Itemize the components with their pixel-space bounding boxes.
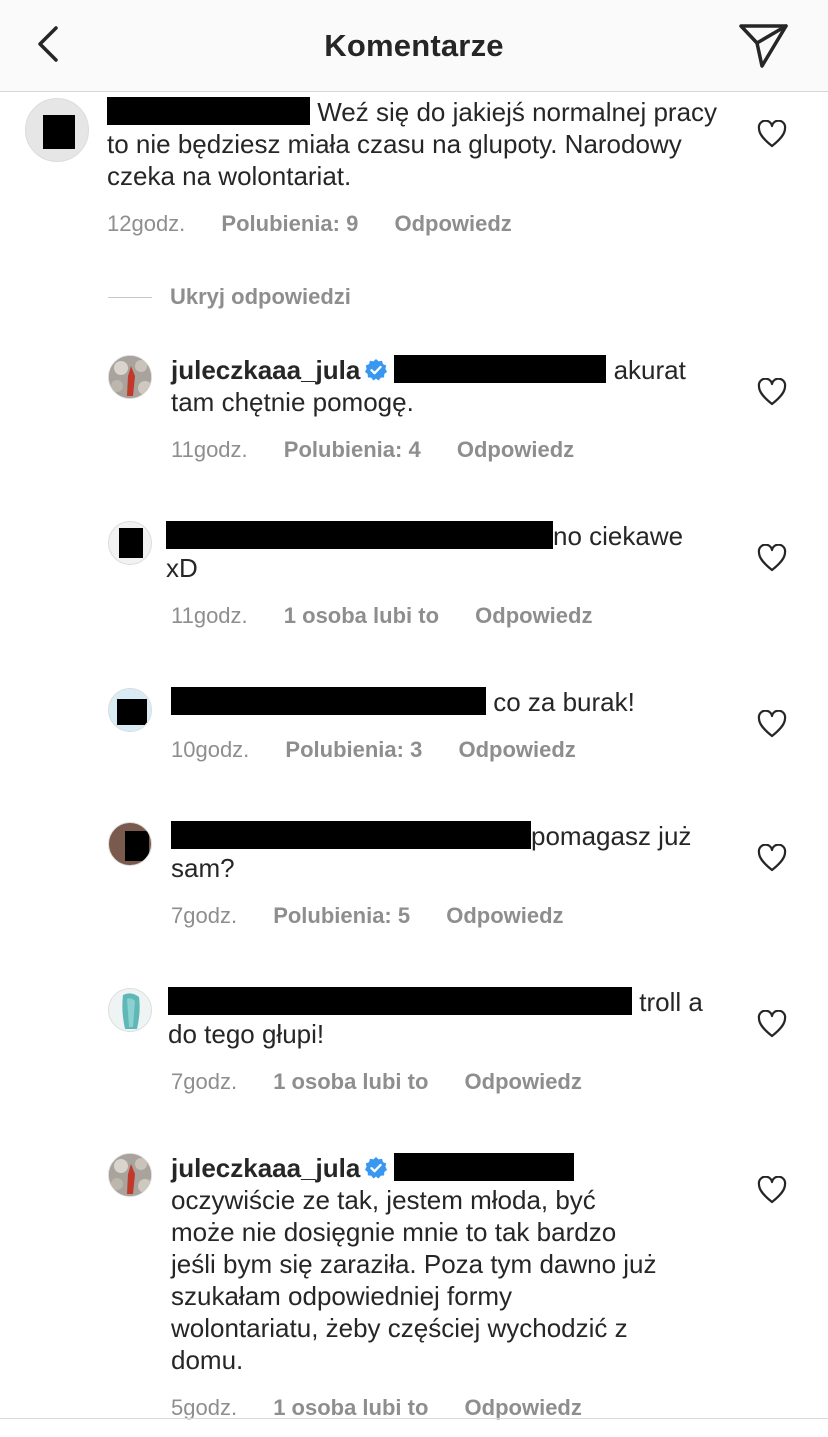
avatar[interactable] <box>108 688 152 732</box>
mention-redaction <box>394 1153 575 1181</box>
heart-icon[interactable] <box>757 710 787 738</box>
username-link[interactable]: juleczkaaa_jula <box>171 355 360 385</box>
comment-meta: 11godz. 1 osoba lubi to Odpowiedz <box>171 603 622 629</box>
comment-text: co za burak! <box>171 686 731 718</box>
comment-text: Weź się do jakiejś normalnej pracy to ni… <box>107 96 727 192</box>
comment-body: troll a <box>639 987 703 1017</box>
avatar-photo-icon <box>109 1154 151 1196</box>
comment-body-line2: sam? <box>171 853 235 883</box>
avatar[interactable] <box>108 822 152 866</box>
comment-body-line2: do tego głupi! <box>168 1019 325 1049</box>
comment-body-line2: xD <box>166 553 198 583</box>
heart-icon[interactable] <box>757 1176 787 1204</box>
username-redaction <box>166 521 553 549</box>
comment-text: juleczkaaa_jula oczywiście ze tak, jeste… <box>171 1152 741 1376</box>
likes-count[interactable]: 1 osoba lubi to <box>273 1069 428 1094</box>
verified-badge-icon <box>365 359 388 381</box>
comment-body-line: domu. <box>171 1345 244 1375</box>
reply-button[interactable]: Odpowiedz <box>475 603 592 628</box>
comment-body: pomagasz już <box>531 821 692 851</box>
comment-time: 12godz. <box>107 211 186 236</box>
likes-count[interactable]: Polubienia: 9 <box>221 211 358 236</box>
comment-meta: 7godz. 1 osoba lubi to Odpowiedz <box>171 1069 612 1095</box>
likes-count[interactable]: 1 osoba lubi to <box>273 1395 428 1420</box>
comment-text: no ciekawe xD <box>166 520 726 584</box>
comment-text: troll a do tego głupi! <box>168 986 728 1050</box>
heart-icon[interactable] <box>757 544 787 572</box>
comment-body: no ciekawe <box>553 521 684 551</box>
send-icon[interactable] <box>736 20 790 70</box>
heart-icon[interactable] <box>757 844 787 872</box>
comment-time: 5godz. <box>171 1395 238 1420</box>
avatar-photo-icon <box>109 356 151 398</box>
comment-time: 7godz. <box>171 1069 238 1094</box>
comment-meta: 12godz. Polubienia: 9 Odpowiedz <box>107 211 542 237</box>
avatar-redaction <box>43 115 75 149</box>
comment-body-line: szukałam odpowiedniej formy <box>171 1281 513 1311</box>
avatar[interactable] <box>108 1153 152 1197</box>
reply-button[interactable]: Odpowiedz <box>446 903 563 928</box>
comment-time: 7godz. <box>171 903 238 928</box>
username-redaction <box>168 987 632 1015</box>
hide-replies-label[interactable]: Ukryj odpowiedzi <box>170 284 351 310</box>
comment-meta: 10godz. Polubienia: 3 Odpowiedz <box>171 737 606 763</box>
username-link[interactable]: juleczkaaa_jula <box>171 1153 360 1183</box>
reply-button[interactable]: Odpowiedz <box>465 1069 582 1094</box>
avatar[interactable] <box>108 988 152 1032</box>
reply-button[interactable]: Odpowiedz <box>465 1395 582 1420</box>
hide-replies-toggle[interactable]: Ukryj odpowiedzi <box>108 283 351 311</box>
heart-icon[interactable] <box>757 120 787 148</box>
comment-body-line: może nie dosięgnie mnie to tak bardzo <box>171 1217 617 1247</box>
comment-time: 11godz. <box>171 437 248 462</box>
username-redaction <box>171 687 486 715</box>
username-redaction <box>107 97 310 125</box>
comment-body-line: wolontariatu, żeby częściej wychodzić z <box>171 1313 628 1343</box>
avatar-redaction <box>119 528 143 558</box>
comment-time: 11godz. <box>171 603 248 628</box>
reply-button[interactable]: Odpowiedz <box>457 437 574 462</box>
likes-count[interactable]: Polubienia: 3 <box>285 737 422 762</box>
avatar-photo-icon <box>109 989 151 1031</box>
verified-badge-icon <box>365 1157 388 1179</box>
comment-meta: 11godz. Polubienia: 4 Odpowiedz <box>171 437 604 463</box>
comment-time: 10godz. <box>171 737 250 762</box>
mention-redaction <box>394 355 607 383</box>
divider-line <box>108 296 152 298</box>
page-title: Komentarze <box>324 28 504 63</box>
likes-count[interactable]: 1 osoba lubi to <box>284 603 439 628</box>
comment-meta: 7godz. Polubienia: 5 Odpowiedz <box>171 903 594 929</box>
username-redaction <box>171 821 531 849</box>
comment-text: juleczkaaa_jula akurat tam chętnie pomog… <box>171 354 731 418</box>
reply-button[interactable]: Odpowiedz <box>394 211 511 236</box>
bottom-divider <box>0 1418 828 1419</box>
header-bar: Komentarze <box>0 0 828 92</box>
avatar-redaction <box>117 699 147 725</box>
avatar-redaction <box>125 831 149 861</box>
likes-count[interactable]: Polubienia: 5 <box>273 903 410 928</box>
avatar[interactable] <box>108 521 152 565</box>
heart-icon[interactable] <box>757 378 787 406</box>
avatar[interactable] <box>108 355 152 399</box>
heart-icon[interactable] <box>757 1010 787 1038</box>
comment-body-line: jeśli bym się zaraziła. Poza tym dawno j… <box>171 1249 657 1279</box>
avatar[interactable] <box>25 98 89 162</box>
comment-body: co za burak! <box>493 687 635 717</box>
comment-body-line: oczywiście ze tak, jestem młoda, być <box>171 1185 596 1215</box>
likes-count[interactable]: Polubienia: 4 <box>284 437 421 462</box>
reply-button[interactable]: Odpowiedz <box>458 737 575 762</box>
comment-text: pomagasz już sam? <box>171 820 731 884</box>
